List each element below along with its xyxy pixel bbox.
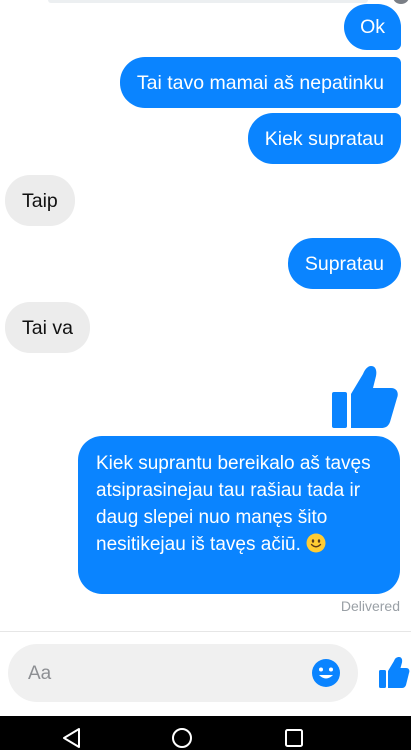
message-text: Supratau xyxy=(304,253,384,275)
back-triangle-icon[interactable] xyxy=(60,726,84,750)
composer xyxy=(8,644,358,702)
message-text: Ok xyxy=(360,16,385,38)
message-bubble-outgoing[interactable]: Tai tavo mamai aš nepatinku xyxy=(119,57,401,108)
recent-apps-square-icon[interactable] xyxy=(282,726,306,750)
message-bubble-incoming[interactable]: Tai va xyxy=(5,302,90,353)
message-input[interactable] xyxy=(28,662,288,686)
message-bubble-outgoing[interactable]: Kiek supratau xyxy=(247,113,401,164)
message-bubble-outgoing[interactable]: Kiek suprantu bereikalo aš tavęs atsipra… xyxy=(78,436,400,594)
home-circle-icon[interactable] xyxy=(170,726,194,750)
message-bubble-outgoing[interactable]: Supratau xyxy=(287,238,401,289)
system-nav-bar xyxy=(0,716,411,750)
message-text: Tai tavo mamai aš nepatinku xyxy=(136,72,384,94)
smiley-icon[interactable] xyxy=(310,657,342,689)
message-bubble-outgoing[interactable]: Ok xyxy=(344,4,401,50)
avatar xyxy=(393,0,409,4)
message-text: Kiek suprantu bereikalo aš tavęs atsipra… xyxy=(96,453,371,555)
delivery-status: Delivered xyxy=(340,598,400,614)
chat-screen: Ok Tai tavo mamai aš nepatinku Kiek supr… xyxy=(0,0,411,750)
message-text: Tai va xyxy=(22,317,73,339)
message-bubble-incoming[interactable]: Taip xyxy=(5,175,75,226)
message-text: Kiek supratau xyxy=(264,128,384,150)
previous-content-edge xyxy=(48,0,368,3)
like-sticker-icon[interactable] xyxy=(330,362,400,430)
thumbs-up-icon[interactable] xyxy=(378,655,410,689)
slightly-smiling-face-icon xyxy=(306,533,326,553)
divider xyxy=(0,631,411,632)
message-text: Taip xyxy=(22,190,58,212)
